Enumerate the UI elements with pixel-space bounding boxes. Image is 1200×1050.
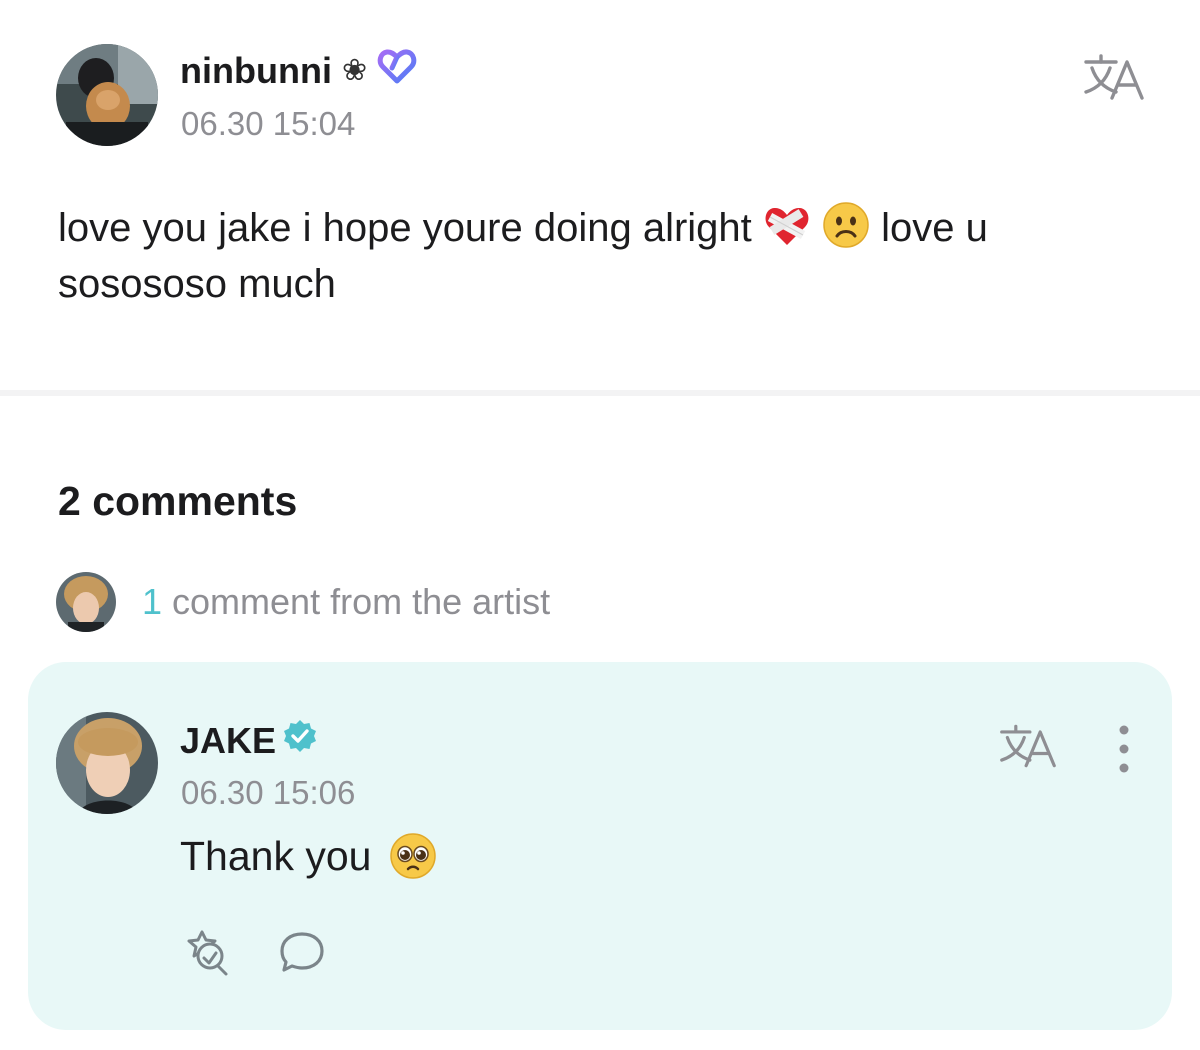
section-divider (0, 390, 1200, 396)
artist-comment-count: 1 (142, 581, 163, 622)
post-body-text-1: love you jake i hope youre doing alright (58, 206, 752, 250)
translate-icon[interactable] (1082, 52, 1146, 102)
verified-badge-icon (282, 718, 318, 763)
post-timestamp: 06.30 15:04 (181, 105, 356, 142)
react-icon[interactable] (180, 926, 232, 978)
artist-comment-label: comment from the artist (172, 581, 551, 622)
frowning-face-emoji (822, 201, 870, 249)
more-vertical-icon[interactable] (1108, 722, 1140, 776)
post-author-name[interactable]: ninbunni ❀ (180, 48, 417, 93)
artist-name-text: JAKE (180, 719, 277, 761)
post-author-avatar[interactable] (56, 44, 158, 146)
artist-avatar[interactable] (56, 712, 158, 814)
pleading-face-emoji (389, 832, 437, 880)
post-body: love you jake i hope youre doing alright… (58, 200, 1138, 312)
artist-comment-translate-icon[interactable] (998, 722, 1058, 770)
username-text: ninbunni (180, 49, 332, 91)
mending-heart-emoji (763, 201, 811, 249)
artist-comment-timestamp: 06.30 15:06 (181, 774, 356, 811)
artist-comments-link[interactable]: 1 comment from the artist (56, 572, 550, 632)
artist-comment-body: Thank you (180, 832, 437, 880)
artist-mini-avatar (56, 572, 116, 632)
artist-comment-text: Thank you (180, 832, 372, 879)
flower-icon: ❀ (341, 53, 368, 87)
membership-heart-icon (377, 48, 417, 93)
artist-name[interactable]: JAKE (180, 718, 318, 763)
comments-count-heading: 2 comments (58, 478, 298, 524)
reply-icon[interactable] (276, 926, 328, 978)
